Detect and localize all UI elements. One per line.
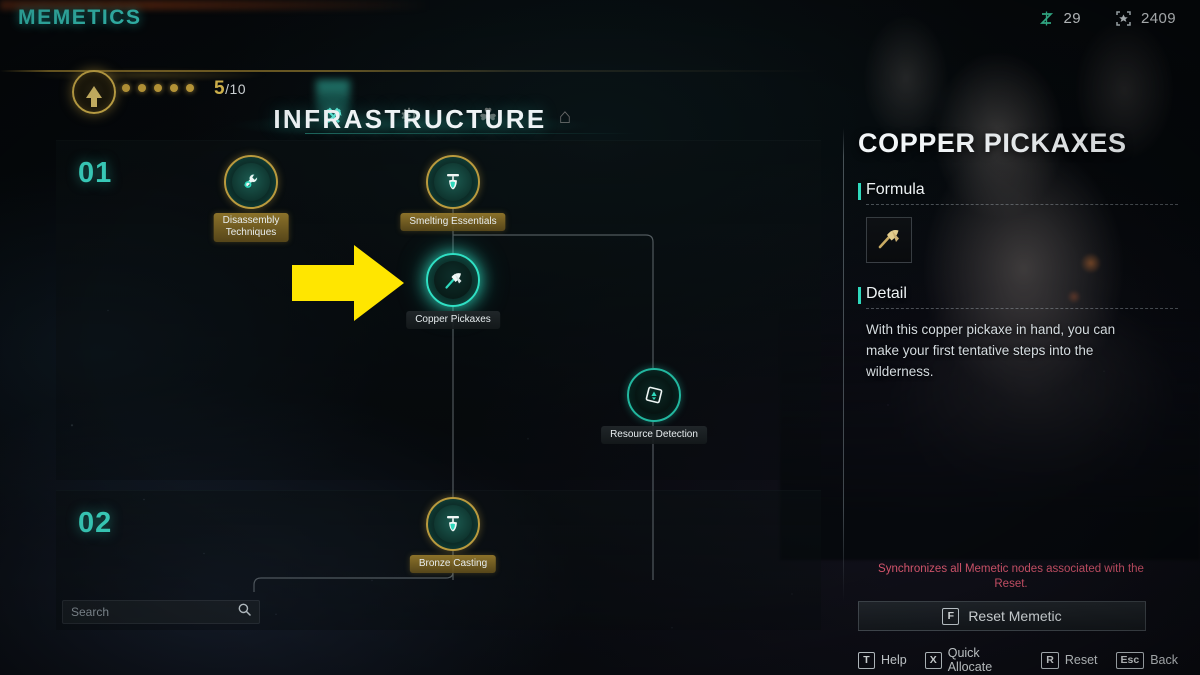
reset-memetic-label: Reset Memetic [968, 608, 1062, 624]
node-ring [426, 497, 480, 551]
node-smelting-essentials[interactable]: Smelting Essentials [400, 155, 506, 231]
accent-bar [858, 287, 861, 304]
skill-tree: 01 02 Disassembly Techniques Smelting Es… [56, 140, 821, 630]
search-input[interactable]: Search [62, 600, 260, 624]
copper-pickaxe-item-icon [876, 225, 902, 255]
node-label: Copper Pickaxes [406, 311, 500, 329]
key-badge: T [858, 651, 875, 669]
section-title: INFRASTRUCTURE [273, 104, 547, 134]
casting-icon [434, 505, 472, 543]
reset-memetic-button[interactable]: F Reset Memetic [858, 601, 1146, 631]
formula-label: Formula [866, 181, 925, 198]
level-dot [138, 84, 146, 92]
reset-warning-text: Synchronizes all Memetic nodes associate… [878, 563, 1144, 590]
detail-section-header: Detail [858, 285, 1178, 309]
level-dot [122, 84, 130, 92]
hotkey-help[interactable]: T Help [858, 651, 907, 669]
pickaxe-icon [434, 261, 472, 299]
memetic-shard-value: 29 [1063, 10, 1082, 27]
hotkey-label: Quick Allocate [947, 646, 993, 674]
level-counter: 5/10 [214, 78, 246, 100]
level-dot [170, 84, 178, 92]
key-badge: X [924, 651, 942, 669]
accent-bar [858, 183, 861, 200]
formula-item-slot[interactable] [866, 217, 912, 263]
credits-value: 2409 [1141, 10, 1176, 27]
memetic-shard-icon [1038, 10, 1055, 27]
top-bar: MEMETICS 29 2409 [0, 0, 1200, 36]
level-dots [122, 84, 194, 92]
search-placeholder: Search [71, 605, 110, 619]
scanner-icon [635, 376, 673, 414]
node-label: Disassembly Techniques [213, 213, 289, 242]
credits-icon [1115, 10, 1132, 27]
page-title: MEMETICS [18, 6, 142, 29]
hotkey-label: Back [1150, 653, 1178, 667]
node-ring [426, 155, 480, 209]
hotkey-label: Reset [1064, 653, 1098, 667]
node-ring [224, 155, 278, 209]
arrow-up-shape [86, 86, 102, 107]
wrench-icon [232, 163, 270, 201]
detail-description: With this copper pickaxe in hand, you ca… [866, 322, 1116, 379]
crucible-icon [434, 163, 472, 201]
dotted-rule [866, 308, 1178, 309]
node-disassembly-techniques[interactable]: Disassembly Techniques [213, 155, 289, 242]
level-row: 5/10 ⚒ ⚙ ☘ ⌂ [0, 42, 820, 134]
currency-memetic-shard: 29 [1038, 10, 1082, 27]
level-max: /10 [225, 81, 247, 97]
detail-panel: COPPER PICKAXES Formula Detail With this… [858, 128, 1178, 631]
detail-title: COPPER PICKAXES [858, 128, 1127, 158]
dotted-rule [866, 204, 1178, 205]
hotkey-label: Help [881, 653, 907, 667]
formula-section-header: Formula [858, 181, 1178, 205]
node-resource-detection[interactable]: Resource Detection [601, 368, 707, 444]
highlight-arrow [292, 245, 404, 321]
level-dot [154, 84, 162, 92]
node-label: Smelting Essentials [400, 213, 506, 231]
detail-label: Detail [866, 285, 907, 302]
currency-tray: 29 2409 [1038, 10, 1176, 27]
node-ring [426, 253, 480, 307]
currency-credits: 2409 [1115, 10, 1176, 27]
node-label: Bronze Casting [409, 555, 497, 573]
memetics-screen: MEMETICS 29 2409 5/10 INFRASTRUCTURE 01 … [0, 0, 1200, 675]
panel-divider [843, 128, 844, 602]
hotkey-bar: T Help X Quick Allocate R Reset Esc Back [858, 646, 1178, 674]
reset-key-badge: F [942, 607, 960, 625]
node-ring [627, 368, 681, 422]
node-copper-pickaxes[interactable]: Copper Pickaxes [406, 253, 500, 329]
level-dot [186, 84, 194, 92]
key-badge: R [1041, 651, 1059, 669]
level-current: 5 [214, 78, 226, 99]
key-badge: Esc [1115, 651, 1145, 669]
hotkey-reset[interactable]: R Reset [1041, 651, 1098, 669]
hotkey-back[interactable]: Esc Back [1115, 651, 1178, 669]
node-label: Resource Detection [601, 426, 707, 444]
node-bronze-casting[interactable]: Bronze Casting [409, 497, 497, 573]
search-icon [238, 603, 251, 621]
hotkey-quick-allocate[interactable]: X Quick Allocate [924, 646, 1024, 674]
